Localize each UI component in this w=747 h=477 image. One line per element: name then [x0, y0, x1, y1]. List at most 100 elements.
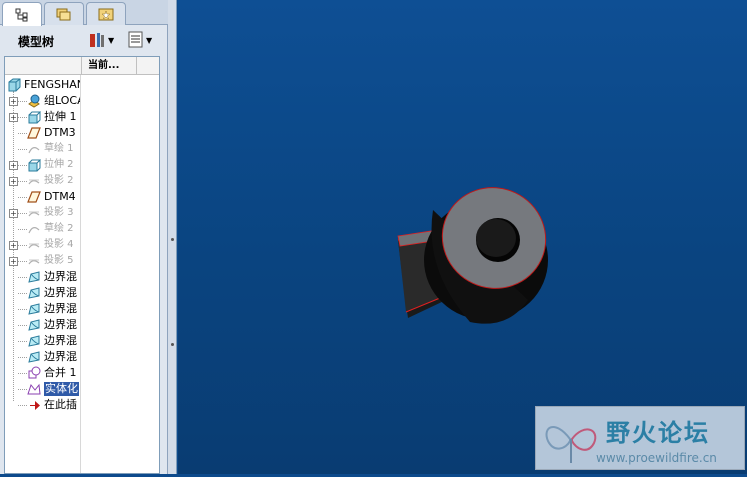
tree-item[interactable]: + 投影 5 — [5, 253, 80, 269]
tree-item-label: 投影 2 — [44, 175, 74, 186]
expand-icon[interactable]: + — [9, 161, 18, 170]
tree-connector — [18, 165, 27, 166]
tab-favorites[interactable] — [86, 2, 126, 25]
tree-structure-icon — [15, 8, 28, 21]
chevron-down-icon: ▼ — [146, 35, 153, 45]
folders-icon — [56, 8, 71, 21]
tree-item[interactable]: 在此插 — [5, 397, 80, 413]
column-header-current[interactable]: 当前... — [81, 57, 137, 75]
expand-icon[interactable]: + — [9, 177, 18, 186]
tree-item-label: 草绘 1 — [44, 143, 74, 154]
tree-item[interactable]: + 拉伸 2 — [5, 157, 80, 173]
star-folder-icon — [98, 8, 114, 21]
model-tree: 当前... FENGSHAN + 组LOCAL + 拉伸 1 DTM3 草绘 1 + 拉伸 2… — [4, 56, 160, 474]
tree-item-label: 边界混 — [44, 270, 77, 283]
tree-connector — [18, 261, 27, 262]
merge-icon — [28, 366, 41, 379]
tree-connector — [18, 229, 27, 230]
model-tree-panel: 模型树 ▼ ▼ 当前... FENGSHAN + 组LOC + 拉伸 1 DTM… — [0, 0, 168, 474]
chevron-down-icon: ▼ — [108, 35, 115, 45]
butterfly-logo-icon — [545, 426, 597, 463]
boundary-blend-icon — [28, 335, 40, 347]
tree-connector — [18, 293, 27, 294]
projection-icon — [28, 211, 40, 217]
tree-item[interactable]: DTM4 — [5, 189, 80, 205]
settings-button[interactable]: ▼ — [88, 30, 114, 50]
expand-icon[interactable]: + — [9, 97, 18, 106]
panel-tabs — [0, 0, 168, 26]
tree-item-label: 投影 3 — [44, 207, 74, 218]
panel-toolbar: 模型树 ▼ ▼ — [0, 26, 168, 54]
tree-item[interactable]: + 拉伸 1 — [5, 109, 80, 125]
tree-connector — [18, 149, 27, 150]
show-button[interactable]: ▼ — [128, 30, 152, 50]
tree-item[interactable]: 边界混 — [5, 349, 80, 365]
tree-item[interactable]: 边界混 — [5, 333, 80, 349]
sketch-icon — [28, 147, 40, 154]
insert-here-icon — [30, 401, 40, 410]
datum-plane-icon — [27, 127, 41, 139]
tree-item-label: 在此插 — [44, 398, 77, 411]
tree-item-label: 边界混 — [44, 334, 77, 347]
watermark-title: 野火论坛 — [606, 419, 710, 447]
tree-item[interactable]: + 组LOCAL — [5, 93, 80, 109]
tree-item-label: 投影 5 — [44, 255, 74, 266]
boundary-blend-icon — [28, 287, 40, 299]
tree-connector — [18, 309, 27, 310]
tree-connector — [18, 341, 27, 342]
expand-icon[interactable]: + — [9, 257, 18, 266]
tree-item[interactable]: + 投影 4 — [5, 237, 80, 253]
tree-item-label: 边界混 — [44, 318, 77, 331]
boundary-blend-icon — [28, 351, 40, 363]
tree-item-label: DTM3 — [44, 126, 76, 139]
tree-item[interactable]: + 投影 3 — [5, 205, 80, 221]
expand-icon[interactable]: + — [9, 209, 18, 218]
tree-item[interactable]: DTM3 — [5, 125, 80, 141]
column-divider — [80, 75, 81, 473]
tree-item-label: 实体化 — [44, 382, 79, 396]
forum-watermark: 野火论坛 www.proewildfire.cn — [535, 406, 745, 470]
splitter-grip — [171, 343, 174, 346]
ring-hole-inner — [476, 219, 516, 257]
tree-item[interactable]: 边界混 — [5, 269, 80, 285]
tree-connector — [18, 373, 27, 374]
tree-item-label: 草绘 2 — [44, 223, 74, 234]
boundary-blend-icon — [28, 319, 40, 331]
tree-connector — [18, 389, 27, 390]
model-3d-view — [397, 187, 548, 324]
graphics-viewport[interactable] — [178, 0, 747, 474]
tree-connector — [18, 181, 27, 182]
tree-item[interactable]: 合并 1 — [5, 365, 80, 381]
tab-layers[interactable] — [44, 2, 84, 25]
tree-item[interactable]: 边界混 — [5, 317, 80, 333]
tree-connector — [18, 213, 27, 214]
panel-splitter[interactable] — [168, 0, 177, 474]
tree-item-label: 边界混 — [44, 350, 77, 363]
datum-plane-icon — [27, 191, 41, 203]
panel-title: 模型树 — [18, 35, 55, 49]
list-view-icon — [128, 31, 143, 48]
group-icon — [28, 94, 40, 108]
tree-item[interactable]: 边界混 — [5, 301, 80, 317]
boundary-blend-icon — [28, 303, 40, 315]
tree-root-row[interactable]: FENGSHAN — [5, 77, 80, 93]
tree-item-label: 边界混 — [44, 302, 77, 315]
tree-item[interactable]: 实体化 — [5, 381, 80, 397]
expand-icon[interactable]: + — [9, 241, 18, 250]
tab-model-tree[interactable] — [2, 2, 42, 26]
projection-icon — [28, 259, 40, 265]
tree-item-label: 拉伸 2 — [44, 159, 74, 170]
tree-header: 当前... — [5, 57, 159, 75]
tree-connector — [18, 357, 27, 358]
tree-item-label: 投影 4 — [44, 239, 74, 250]
expand-icon[interactable]: + — [9, 113, 18, 122]
tree-item-label: 拉伸 1 — [44, 110, 77, 123]
tree-item[interactable]: + 投影 2 — [5, 173, 80, 189]
projection-icon — [28, 243, 40, 249]
tree-item[interactable]: 边界混 — [5, 285, 80, 301]
tree-item[interactable]: 草绘 2 — [5, 221, 80, 237]
tree-connector — [18, 277, 27, 278]
tree-item[interactable]: 草绘 1 — [5, 141, 80, 157]
tree-item-label: 边界混 — [44, 286, 77, 299]
projection-icon — [28, 179, 40, 185]
